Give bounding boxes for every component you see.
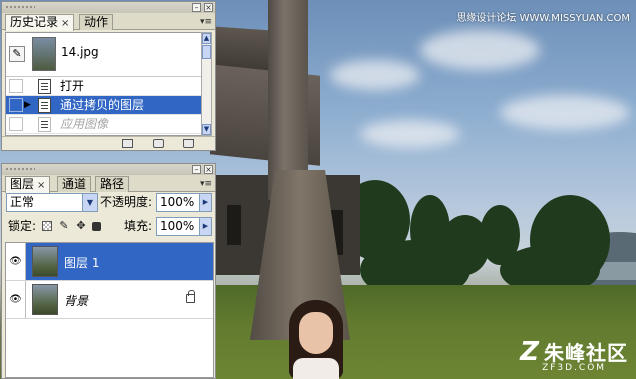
minimize-button[interactable]: – [192,165,201,174]
lock-image-pixels-brush-icon[interactable]: ✎ [58,220,70,232]
panel-menu-icon[interactable]: ▾≡ [200,179,212,189]
document-step-icon [38,79,51,94]
woman-portrait [283,300,349,379]
layers-tabs: 图层 × 通道 路径 ▾≡ [2,175,215,193]
history-source-checkbox[interactable] [9,98,23,112]
blend-mode-value: 正常 [10,195,35,209]
brand-logo: Z 朱峰社区 ZF3D.COM [520,337,628,373]
cloud [330,60,420,90]
close-button[interactable]: × [204,165,213,174]
blend-mode-select[interactable]: 正常 ▼ [6,193,98,212]
history-source-checkbox[interactable] [9,117,23,131]
fill-label: 填充: [124,219,153,233]
layer-row-layer-1[interactable]: 👁 图层 1 [6,243,213,281]
layer-thumbnail [32,284,58,315]
scroll-down-icon[interactable]: ▼ [202,124,211,135]
history-panel: – × 历史记录 × 动作 ▾≡ ✎ 14.jpg 打开 ▶ 通过拷贝的图层 应用… [1,1,216,151]
snapshot-thumbnail [32,37,56,71]
close-button[interactable]: × [204,3,213,12]
tab-paths[interactable]: 路径 [95,176,130,192]
fill-slider-arrow-icon[interactable]: ▶ [199,218,211,235]
opacity-label: 不透明度: [100,195,153,209]
history-source-checkbox[interactable] [9,79,23,93]
tab-history[interactable]: 历史记录 × [5,14,75,31]
fill-field[interactable]: 100% ▶ [156,217,212,236]
tab-channels[interactable]: 通道 [57,176,92,192]
close-tab-icon[interactable]: × [61,18,69,29]
scroll-thumb[interactable] [202,45,211,59]
panel-titlebar[interactable]: – × [2,2,215,13]
new-document-from-state-icon[interactable] [122,139,133,148]
brand-title: 朱峰社区 [544,341,628,365]
lock-transparent-pixels-icon[interactable] [42,221,52,231]
current-state-marker-icon: ▶ [24,100,31,110]
opacity-value: 100% [160,195,195,209]
panel-titlebar[interactable]: – × [2,164,215,175]
tab-actions[interactable]: 动作 [79,14,114,30]
snapshot-name: 14.jpg [61,45,99,59]
layer-name[interactable]: 背景 [64,292,88,309]
history-snapshot[interactable]: ✎ 14.jpg [6,33,202,77]
history-scrollbar[interactable]: ▲ ▼ [201,32,212,136]
scroll-up-icon[interactable]: ▲ [202,33,211,44]
watermark-missyuan: 思缘设计论坛 WWW.MISSYUAN.COM [456,13,630,24]
layer-name[interactable]: 图层 1 [64,254,99,271]
history-tabs: 历史记录 × 动作 ▾≡ [2,13,215,31]
visibility-eye-icon[interactable]: 👁 [6,243,26,280]
history-list: ✎ 14.jpg 打开 ▶ 通过拷贝的图层 应用图像 [5,32,203,136]
history-step-label: 通过拷贝的图层 [60,98,145,112]
document-step-icon [38,98,51,113]
cloud [360,120,460,148]
history-step-label: 应用图像 [60,117,109,131]
close-tab-icon[interactable]: × [37,180,45,191]
chevron-down-icon[interactable]: ▼ [82,194,97,211]
visibility-eye-icon[interactable]: 👁 [6,281,26,318]
lock-all-padlock-icon[interactable] [92,222,101,231]
lock-icon [186,290,195,303]
history-step-label: 打开 [60,79,85,93]
history-step[interactable]: 打开 [6,77,202,96]
document-step-icon [38,117,51,132]
layer-row-background[interactable]: 👁 背景 [6,281,213,319]
panel-menu-icon[interactable]: ▾≡ [200,17,212,27]
history-step-dimmed[interactable]: 应用图像 [6,115,202,134]
layers-panel: – × 图层 × 通道 路径 ▾≡ 正常 ▼ 不透明度: 100% ▶ 锁定: ✎… [1,163,216,379]
opacity-slider-arrow-icon[interactable]: ▶ [199,194,211,211]
lock-position-move-icon[interactable]: ✥ [75,220,87,232]
fill-value: 100% [160,219,195,233]
brand-z-mark: Z [520,337,540,367]
history-footer [2,136,215,150]
tab-layers[interactable]: 图层 × [5,176,51,193]
layer-thumbnail [32,246,58,277]
lock-label: 锁定: [8,219,37,233]
cloud [420,30,540,70]
minimize-button[interactable]: – [192,3,201,12]
opacity-field[interactable]: 100% ▶ [156,193,212,212]
history-step-selected[interactable]: ▶ 通过拷贝的图层 [6,96,202,115]
cloud [500,95,630,130]
delete-trash-icon[interactable] [183,139,194,148]
history-brush-icon[interactable]: ✎ [9,46,25,62]
new-snapshot-camera-icon[interactable] [153,139,164,148]
layer-list: 👁 图层 1 👁 背景 [5,242,214,378]
